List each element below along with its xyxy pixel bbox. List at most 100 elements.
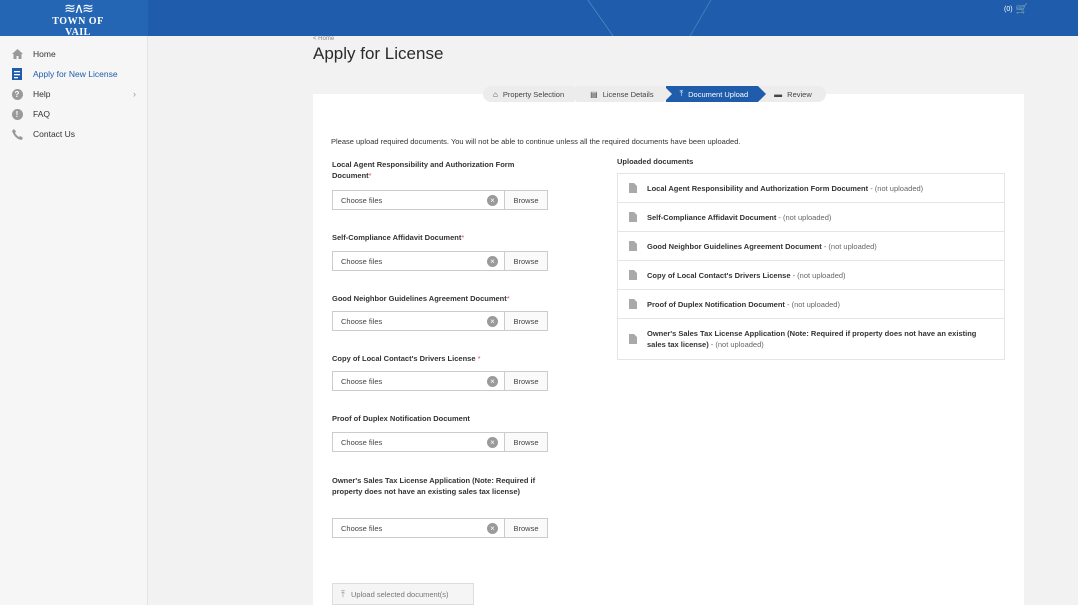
file-input-self-compliance[interactable]: Choose files × Browse — [332, 251, 548, 271]
home-icon: ⌂ — [493, 89, 498, 99]
uploaded-documents-list: Local Agent Responsibility and Authoriza… — [617, 173, 1005, 360]
document-icon — [629, 183, 637, 193]
progress-stepper: ⌂ Property Selection ▤ License Details ⤒… — [483, 86, 828, 102]
breadcrumb[interactable]: < Home — [313, 36, 334, 42]
browse-button[interactable]: Browse — [504, 372, 547, 390]
browse-button[interactable]: Browse — [504, 191, 547, 209]
top-header: ≋∧≋ TOWN OF VAIL (0) 🛒 — [0, 0, 1078, 36]
sidebar-item-help[interactable]: ? Help › — [0, 84, 148, 104]
sidebar-item-apply[interactable]: Apply for New License — [0, 64, 148, 84]
required-marker: * — [477, 354, 481, 363]
step-label: Document Upload — [688, 89, 749, 99]
choose-files-field[interactable]: Choose files × — [333, 312, 504, 330]
file-input-local-agent[interactable]: Choose files × Browse — [332, 190, 548, 210]
document-name: Owner's Sales Tax License Application (N… — [647, 329, 977, 349]
file-input-good-neighbor[interactable]: Choose files × Browse — [332, 311, 548, 331]
phone-icon — [10, 127, 24, 141]
step-label: Property Selection — [502, 89, 565, 99]
cart-icon: 🛒 — [1015, 4, 1028, 15]
choose-files-field[interactable]: Choose files × — [333, 519, 504, 537]
upload-instructions: Please upload required documents. You wi… — [331, 137, 741, 146]
sidebar-item-contact[interactable]: Contact Us — [0, 124, 148, 144]
required-marker: * — [506, 294, 510, 303]
list-item: Self-Compliance Affidavit Document - (no… — [618, 203, 1004, 232]
choose-files-field[interactable]: Choose files × — [333, 433, 504, 451]
browse-button[interactable]: Browse — [504, 433, 547, 451]
required-marker: * — [461, 233, 465, 242]
field-label: Proof of Duplex Notification Document — [332, 413, 552, 424]
field-label-text: Owner's Sales Tax License Application (N… — [332, 476, 536, 496]
cart-count: (0) — [1003, 6, 1013, 13]
field-label: Self-Compliance Affidavit Document* — [332, 232, 552, 243]
clear-icon[interactable]: × — [487, 195, 498, 206]
uploaded-documents-title: Uploaded documents — [617, 157, 694, 166]
browse-button[interactable]: Browse — [504, 519, 547, 537]
upload-selected-button[interactable]: ⤒ Upload selected document(s) — [332, 583, 474, 605]
step-label: Review — [787, 89, 812, 99]
clear-icon[interactable]: × — [487, 316, 498, 327]
clear-icon[interactable]: × — [487, 523, 498, 534]
document-icon — [629, 334, 637, 344]
header-decoration-line — [587, 0, 653, 36]
document-name: Local Agent Responsibility and Authoriza… — [647, 184, 869, 193]
clear-icon[interactable]: × — [487, 376, 498, 387]
step-property-selection[interactable]: ⌂ Property Selection — [483, 86, 583, 102]
document-status: - (not uploaded) — [776, 213, 832, 222]
choose-files-field[interactable]: Choose files × — [333, 372, 504, 390]
sidebar-item-label: Apply for New License — [33, 69, 118, 79]
choose-files-placeholder: Choose files — [341, 437, 383, 447]
upload-button-label: Upload selected document(s) — [350, 589, 449, 599]
home-icon — [10, 47, 24, 61]
browse-button[interactable]: Browse — [504, 312, 547, 330]
file-input-duplex-notification[interactable]: Choose files × Browse — [332, 432, 548, 452]
town-of-vail-logo[interactable]: ≋∧≋ TOWN OF VAIL — [40, 1, 116, 36]
document-icon — [629, 241, 637, 251]
document-status: - (not uploaded) — [821, 242, 877, 251]
logo-area: ≋∧≋ TOWN OF VAIL — [0, 0, 148, 36]
document-status: - (not uploaded) — [784, 300, 840, 309]
document-status: - (not uploaded) — [790, 271, 846, 280]
list-item: Proof of Duplex Notification Document - … — [618, 290, 1004, 319]
logo-text: TOWN OF VAIL — [52, 16, 104, 36]
license-icon — [10, 67, 24, 81]
field-label-text: Local Agent Responsibility and Authoriza… — [332, 160, 515, 180]
document-name: Self-Compliance Affidavit Document — [647, 213, 777, 222]
upload-icon: ⤒ — [679, 89, 684, 98]
help-icon: ? — [10, 87, 24, 101]
document-icon — [629, 212, 637, 222]
choose-files-placeholder: Choose files — [341, 376, 383, 386]
clear-icon[interactable]: × — [487, 256, 498, 267]
field-label: Copy of Local Contact's Drivers License … — [332, 353, 552, 364]
document-name: Good Neighbor Guidelines Agreement Docum… — [647, 242, 822, 251]
clear-icon[interactable]: × — [487, 437, 498, 448]
step-document-upload[interactable]: ⤒ Document Upload — [665, 86, 766, 102]
document-status: - (not uploaded) — [708, 340, 764, 349]
field-label-text: Proof of Duplex Notification Document — [332, 414, 470, 423]
choose-files-field[interactable]: Choose files × — [333, 252, 504, 270]
file-input-drivers-license[interactable]: Choose files × Browse — [332, 371, 548, 391]
browse-button[interactable]: Browse — [504, 252, 547, 270]
choose-files-placeholder: Choose files — [341, 256, 383, 266]
file-input-sales-tax[interactable]: Choose files × Browse — [332, 518, 548, 538]
choose-files-field[interactable]: Choose files × — [333, 191, 504, 209]
info-icon: ! — [10, 107, 24, 121]
list-icon: ▬ — [774, 89, 783, 99]
sidebar-item-faq[interactable]: ! FAQ — [0, 104, 148, 124]
sidebar-item-home[interactable]: Home — [0, 44, 148, 64]
sidebar-item-label: Help — [33, 89, 51, 99]
cart-button[interactable]: (0) 🛒 — [1004, 4, 1028, 15]
step-review[interactable]: ▬ Review — [760, 86, 826, 102]
sidebar: Home Apply for New License ? Help › ! FA… — [0, 36, 148, 605]
document-name: Copy of Local Contact's Drivers License — [647, 271, 791, 280]
required-marker: * — [368, 171, 372, 180]
sidebar-item-label: Contact Us — [33, 129, 76, 139]
document-icon — [629, 270, 637, 280]
chevron-right-icon: › — [133, 89, 136, 99]
choose-files-placeholder: Choose files — [341, 316, 383, 326]
choose-files-placeholder: Choose files — [341, 195, 383, 205]
list-item: Local Agent Responsibility and Authoriza… — [618, 174, 1004, 203]
upload-icon: ⤒ — [341, 588, 345, 599]
field-label-text: Self-Compliance Affidavit Document — [332, 233, 462, 242]
document-name: Proof of Duplex Notification Document — [647, 300, 785, 309]
step-license-details[interactable]: ▤ License Details — [576, 86, 673, 102]
